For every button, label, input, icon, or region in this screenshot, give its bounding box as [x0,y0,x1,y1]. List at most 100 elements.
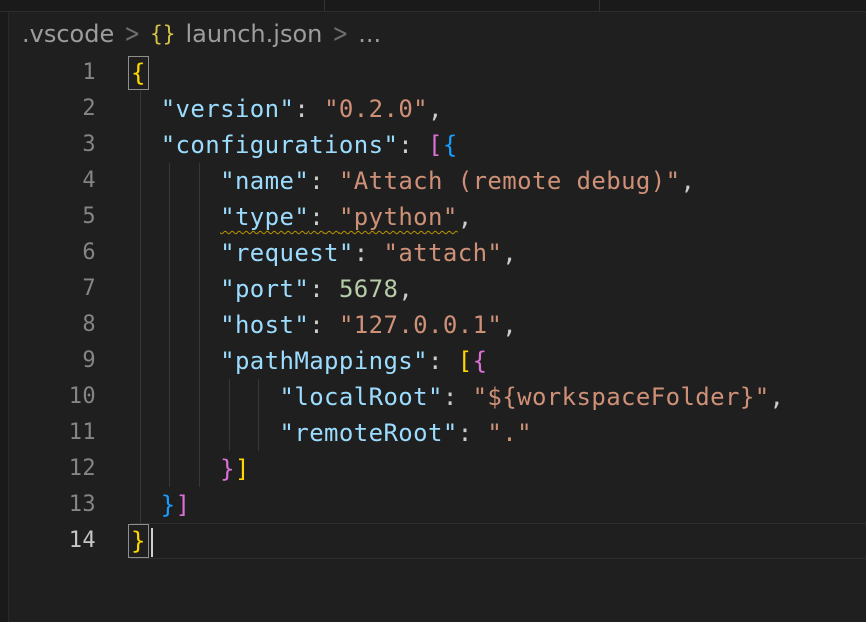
token: "attach" [383,239,502,267]
token: "request" [220,239,354,267]
line-number[interactable]: 12 [9,451,96,487]
token: "remoteRoot" [280,419,458,447]
token: 5678 [339,275,398,303]
code-line[interactable]: 8 "host": "127.0.0.1", [9,307,866,343]
line-number[interactable]: 7 [9,271,96,307]
code-line[interactable]: 5 "type": "python", [9,199,866,235]
token [324,311,339,339]
token: } [161,491,176,519]
token: "configurations" [161,131,399,159]
token: , [770,383,785,411]
token: { [131,59,146,87]
token: "type" [220,203,309,231]
token: { [473,347,488,375]
code-line-content[interactable]: "type": "python", [131,199,866,235]
code-line[interactable]: 6 "request": "attach", [9,235,866,271]
breadcrumb: .vscode > {} launch.json > ... [22,19,381,49]
chevron-right-icon: > [124,19,140,49]
code-line-content[interactable]: "host": "127.0.0.1", [131,307,866,343]
code-editor[interactable]: 1{2 "version": "0.2.0",3 "configurations… [9,55,866,559]
editor-left-border [0,12,9,622]
token: ] [176,491,191,519]
token: "." [487,419,532,447]
token [131,311,220,339]
code-line-content[interactable]: "configurations": [{ [131,127,866,163]
token [131,491,161,519]
code-line[interactable]: 4 "name": "Attach (remote debug)", [9,163,866,199]
breadcrumb-item-launch-json[interactable]: launch.json [185,20,322,48]
code-line[interactable]: 9 "pathMappings": [{ [9,343,866,379]
token [131,455,220,483]
token [131,131,161,159]
text-cursor [151,528,153,557]
line-number[interactable]: 11 [9,415,96,451]
code-line-content[interactable]: "pathMappings": [{ [131,343,866,379]
code-line-content[interactable]: "port": 5678, [131,271,866,307]
token [443,347,458,375]
line-number[interactable]: 8 [9,307,96,343]
code-line-content[interactable]: }] [131,487,866,523]
token [324,203,339,231]
breadcrumb-item-symbol-ellipsis[interactable]: ... [358,20,381,48]
chevron-right-icon: > [332,19,348,49]
code-line-content[interactable]: "remoteRoot": "." [131,415,866,451]
token: "pathMappings" [220,347,428,375]
token: ] [235,455,250,483]
code-line[interactable]: 11 "remoteRoot": "." [9,415,866,451]
tab-separator [324,0,325,11]
code-line-content[interactable]: }] [131,451,866,487]
line-number[interactable]: 10 [9,379,96,415]
code-line[interactable]: 13 }] [9,487,866,523]
token [131,383,280,411]
code-line-content[interactable]: "localRoot": "${workspaceFolder}", [131,379,866,415]
code-line-content[interactable]: "request": "attach", [131,235,866,271]
token: : [443,383,458,411]
token [369,239,384,267]
token: : [309,311,324,339]
code-line[interactable]: 3 "configurations": [{ [9,127,866,163]
token [324,275,339,303]
line-number[interactable]: 9 [9,343,96,379]
line-number[interactable]: 13 [9,487,96,523]
line-number[interactable]: 2 [9,91,96,127]
code-line-content[interactable]: "name": "Attach (remote debug)", [131,163,866,199]
token [131,239,220,267]
code-line[interactable]: 10 "localRoot": "${workspaceFolder}", [9,379,866,415]
token: "name" [220,167,309,195]
token: : [309,275,324,303]
token: "${workspaceFolder}" [473,383,770,411]
token: "host" [220,311,309,339]
code-line-content[interactable]: } [131,523,866,559]
line-number[interactable]: 5 [9,199,96,235]
token: "0.2.0" [324,95,428,123]
token [309,95,324,123]
code-line-content[interactable]: "version": "0.2.0", [131,91,866,127]
line-number[interactable]: 6 [9,235,96,271]
token: : [354,239,369,267]
code-line[interactable]: 7 "port": 5678, [9,271,866,307]
token: [ [428,131,443,159]
breadcrumb-item-vscode[interactable]: .vscode [22,20,114,48]
code-line[interactable]: 1{ [9,55,866,91]
code-line[interactable]: 2 "version": "0.2.0", [9,91,866,127]
code-line-content[interactable]: { [131,55,866,91]
token: : [398,131,413,159]
token: "port" [220,275,309,303]
warning-squiggle: "type": "python" [220,203,458,231]
token: "Attach (remote debug)" [339,167,681,195]
vscode-window: .vscode > {} launch.json > ... 1{2 "vers… [0,0,866,622]
token: "localRoot" [280,383,443,411]
line-number[interactable]: 14 [9,523,96,559]
line-number[interactable]: 1 [9,55,96,91]
code-line[interactable]: 14} [9,523,866,559]
tab-separator [599,0,600,11]
code-line[interactable]: 12 }] [9,451,866,487]
line-number[interactable]: 3 [9,127,96,163]
token: , [680,167,695,195]
token: : [309,167,324,195]
line-number[interactable]: 4 [9,163,96,199]
token: [ [458,347,473,375]
token: : [458,419,473,447]
token [131,95,161,123]
token: "version" [161,95,295,123]
